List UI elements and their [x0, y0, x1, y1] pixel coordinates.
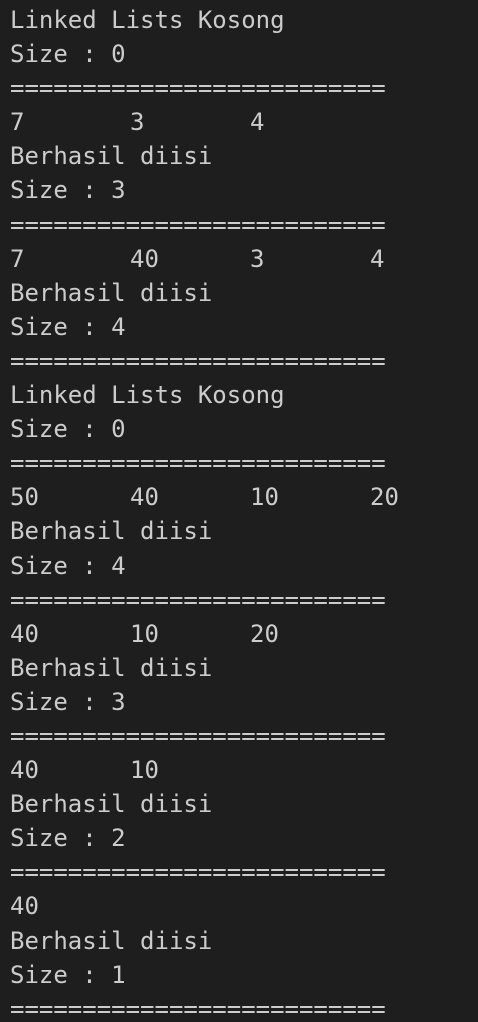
output-line: Size : 3	[10, 687, 126, 716]
output-line: Size : 4	[10, 551, 126, 580]
value-list: 7 3 4	[10, 105, 478, 139]
output-line: Berhasil diisi	[10, 142, 213, 171]
output-line: Size : 1	[10, 960, 126, 989]
output-line: ==========================	[10, 74, 386, 103]
list-value: 20	[250, 619, 279, 648]
output-values-line: 50 40 10 20	[10, 480, 478, 514]
output-line: Berhasil diisi	[10, 926, 213, 955]
output-line: Berhasil diisi	[10, 278, 213, 307]
output-line: ==========================	[10, 585, 386, 614]
output-line: Size : 3	[10, 176, 126, 205]
output-line: ==========================	[10, 721, 386, 750]
value-list: 40 10 20	[10, 617, 478, 651]
list-value: 20	[370, 483, 399, 512]
list-value: 40	[10, 619, 39, 648]
list-value: 4	[250, 108, 265, 137]
value-list: 7 40 3 4	[10, 242, 478, 276]
list-value: 40	[10, 756, 39, 785]
output-line: Berhasil diisi	[10, 790, 213, 819]
output-line: Linked Lists Kosong	[10, 6, 285, 34]
output-line: Size : 4	[10, 312, 126, 341]
output-values-line: 40	[10, 889, 478, 923]
list-value: 10	[130, 619, 159, 648]
output-values-line: 40 10 20	[10, 617, 478, 651]
list-value: 50	[10, 483, 39, 512]
output-line: Size : 2	[10, 824, 126, 853]
list-value: 4	[370, 244, 385, 273]
list-value: 40	[130, 483, 159, 512]
value-list: 40 10	[10, 753, 478, 787]
output-line: Size : 0	[10, 415, 126, 444]
output-line: ==========================	[10, 449, 386, 478]
output-values-line: 7 3 4	[10, 105, 478, 139]
list-value: 3	[250, 244, 265, 273]
output-line: Linked Lists Kosong	[10, 381, 285, 410]
output-line: ==========================	[10, 994, 386, 1022]
output-values-line: 7 40 3 4	[10, 242, 478, 276]
list-value: 3	[130, 108, 145, 137]
output-line: Berhasil diisi	[10, 653, 213, 682]
output-line: Berhasil diisi	[10, 517, 213, 546]
output-line: ==========================	[10, 346, 386, 375]
list-value: 40	[10, 892, 39, 921]
value-list: 40	[10, 889, 478, 923]
output-line: ==========================	[10, 858, 386, 887]
list-value: 10	[130, 756, 159, 785]
value-list: 50 40 10 20	[10, 480, 478, 514]
terminal-output[interactable]: Linked Lists Kosong Size : 0 =============…	[0, 0, 478, 1022]
list-value: 7	[10, 244, 25, 273]
output-line: ==========================	[10, 210, 386, 239]
list-value: 40	[130, 244, 159, 273]
output-values-line: 40 10	[10, 753, 478, 787]
list-value: 7	[10, 108, 25, 137]
output-line: Size : 0	[10, 40, 126, 69]
list-value: 10	[250, 483, 279, 512]
